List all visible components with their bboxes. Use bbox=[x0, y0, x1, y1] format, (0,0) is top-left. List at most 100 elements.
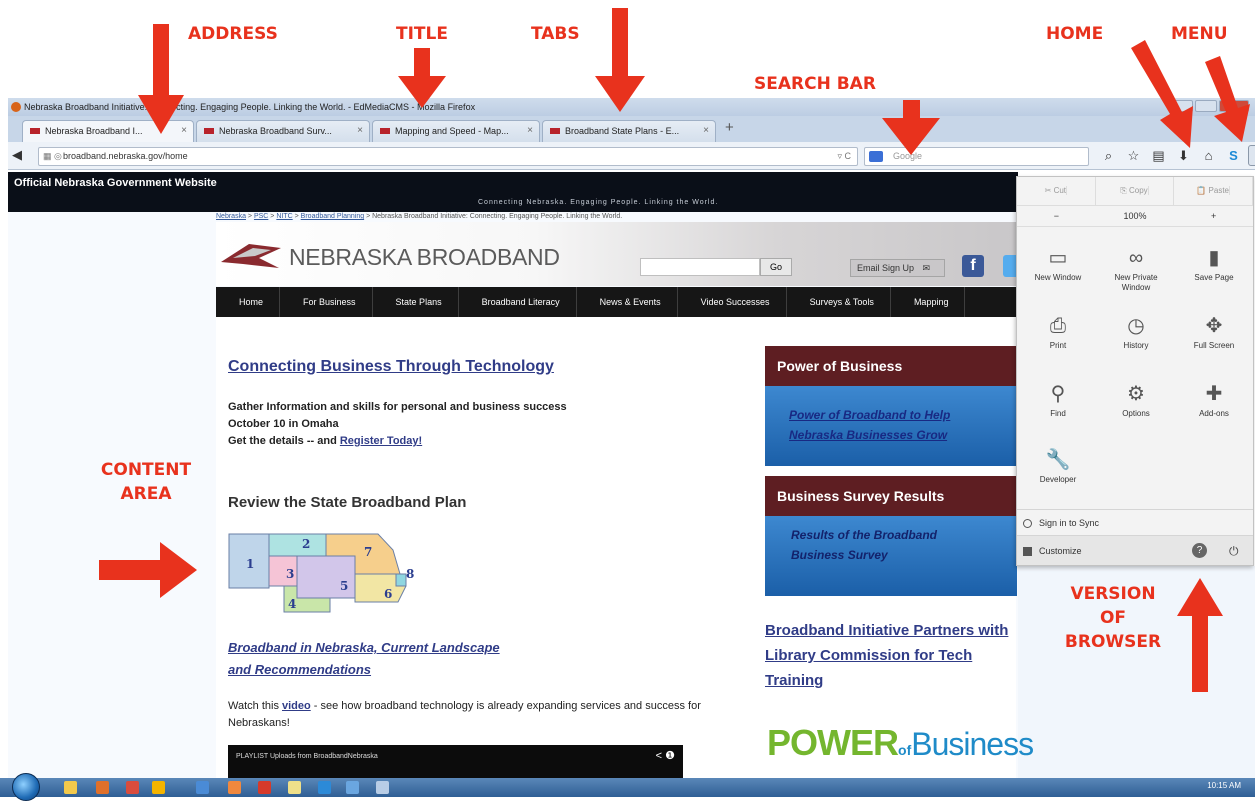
tab-state-plans[interactable]: Broadband State Plans - E... × bbox=[542, 120, 716, 142]
window-title: Nebraska Broadband Initiative: Connectin… bbox=[24, 102, 476, 112]
tab-mapping-speed[interactable]: Mapping and Speed - Map... × bbox=[372, 120, 540, 142]
close-window-button[interactable] bbox=[1219, 100, 1249, 112]
promo2-line-1[interactable]: Results of the Broadband bbox=[791, 526, 937, 545]
skype-app-icon[interactable] bbox=[318, 781, 331, 794]
edit-controls: ✂ Cut ⎘ Copy 📋 Paste bbox=[1017, 177, 1254, 205]
app-icon[interactable] bbox=[228, 781, 241, 794]
nav-news-events[interactable]: News & Events bbox=[577, 287, 678, 317]
customize-button[interactable]: Customize bbox=[1039, 546, 1082, 556]
email-signup-button[interactable]: Email Sign Up ✉ bbox=[850, 259, 945, 277]
navigation-toolbar: ◀ ▦ ◎ broadband.nebraska.gov/home ▿ C Go… bbox=[8, 142, 1255, 170]
menu-label: Save Page bbox=[1194, 273, 1234, 282]
twitter-icon[interactable] bbox=[1003, 255, 1017, 277]
menu-print[interactable]: ⎙ Print bbox=[1023, 311, 1093, 351]
chrome-icon[interactable] bbox=[126, 781, 139, 794]
video-link[interactable]: video bbox=[282, 700, 311, 712]
back-arrow-icon[interactable]: ◀ bbox=[12, 147, 22, 163]
menu-save-page[interactable]: ▮ Save Page bbox=[1179, 243, 1249, 283]
breadcrumb-broadband-planning[interactable]: Broadband Planning bbox=[301, 213, 364, 220]
site-search-go-button[interactable]: Go bbox=[760, 258, 792, 276]
copy-label: Copy bbox=[1128, 186, 1149, 195]
menu-icon[interactable]: ≡ bbox=[1248, 145, 1255, 166]
download-icon[interactable]: ⬇ bbox=[1173, 145, 1194, 166]
app-icon[interactable] bbox=[346, 781, 359, 794]
google-engine-icon[interactable] bbox=[869, 151, 883, 162]
new-tab-button[interactable]: + bbox=[725, 119, 734, 136]
menu-developer[interactable]: 🔧 Developer bbox=[1023, 445, 1093, 485]
promo2-line-2[interactable]: Business Survey bbox=[791, 546, 888, 565]
address-bar[interactable]: ▦ ◎ broadband.nebraska.gov/home ▿ C bbox=[38, 147, 858, 166]
breadcrumb-psc[interactable]: PSC bbox=[254, 213, 268, 220]
zoom-reset-button[interactable]: 100% bbox=[1096, 206, 1175, 226]
search-bar[interactable]: Google bbox=[864, 147, 1089, 166]
copy-button[interactable]: ⎘ Copy bbox=[1096, 177, 1175, 205]
nebraska-broadband-logo-icon[interactable] bbox=[219, 238, 283, 270]
paste-button[interactable]: 📋 Paste bbox=[1174, 177, 1254, 205]
headline-link[interactable]: Connecting Business Through Technology bbox=[228, 358, 554, 376]
app-icon[interactable] bbox=[376, 781, 389, 794]
nav-home[interactable]: Home bbox=[216, 287, 281, 317]
partners-link[interactable]: Broadband Initiative Partners with Libra… bbox=[765, 618, 1025, 693]
nav-video-successes[interactable]: Video Successes bbox=[678, 287, 787, 317]
search-icon[interactable]: ⌕ bbox=[1098, 145, 1119, 166]
tab-broadband-survey[interactable]: Nebraska Broadband Surv... × bbox=[196, 120, 370, 142]
help-icon[interactable]: ? bbox=[1192, 543, 1207, 558]
promo1-line-1[interactable]: Power of Broadband to Help bbox=[789, 406, 950, 425]
skype-icon[interactable]: S bbox=[1223, 145, 1244, 166]
zoom-out-button[interactable]: − bbox=[1017, 206, 1096, 226]
home-icon[interactable]: ⌂ bbox=[1198, 145, 1219, 166]
breadcrumb-current: Nebraska Broadband Initiative: Connectin… bbox=[372, 213, 623, 220]
cut-button[interactable]: ✂ Cut bbox=[1017, 177, 1096, 205]
power-of-business-logo[interactable]: POWERofBusiness bbox=[767, 722, 1034, 764]
breadcrumb-nitc[interactable]: NITC bbox=[276, 213, 292, 220]
nav-mapping[interactable]: Mapping bbox=[891, 287, 966, 317]
video-player[interactable]: PLAYLIST Uploads from BroadbandNebraska … bbox=[228, 745, 683, 778]
bookmarks-list-icon[interactable]: ▤ bbox=[1148, 145, 1169, 166]
folder-icon[interactable] bbox=[152, 781, 165, 794]
menu-history[interactable]: ◷ History bbox=[1101, 311, 1171, 351]
reload-icon[interactable]: ▿ C bbox=[837, 148, 851, 165]
tab-close-icon[interactable]: × bbox=[527, 121, 533, 141]
menu-new-window[interactable]: ▭ New Window bbox=[1023, 243, 1093, 283]
video-share-icon[interactable]: < ❶ bbox=[656, 749, 675, 762]
nav-state-plans[interactable]: State Plans bbox=[373, 287, 459, 317]
promo1-line-2[interactable]: Nebraska Businesses Grow bbox=[789, 426, 947, 445]
minimize-button[interactable] bbox=[1171, 100, 1193, 112]
firefox-icon[interactable] bbox=[96, 781, 109, 794]
app-icon[interactable] bbox=[196, 781, 209, 794]
menu-label: Print bbox=[1049, 341, 1067, 350]
app-icon[interactable] bbox=[258, 781, 271, 794]
promo-power-business[interactable]: Power of Broadband to Help Nebraska Busi… bbox=[765, 386, 1017, 466]
tab-close-icon[interactable]: × bbox=[181, 121, 187, 141]
power-icon[interactable]: ⏻ bbox=[1229, 536, 1239, 566]
nav-for-business[interactable]: For Business bbox=[280, 287, 373, 317]
register-link[interactable]: Register Today! bbox=[340, 435, 422, 447]
promo-survey[interactable]: Results of the Broadband Business Survey bbox=[765, 516, 1017, 596]
fullscreen-icon: ✥ bbox=[1205, 315, 1223, 337]
app-icon[interactable] bbox=[288, 781, 301, 794]
maximize-button[interactable] bbox=[1195, 100, 1217, 112]
nebraska-regions-map[interactable]: 1 2 3 4 5 6 7 8 bbox=[228, 530, 418, 620]
menu-label: Add-ons bbox=[1199, 409, 1229, 418]
sign-in-sync-button[interactable]: Sign in to Sync bbox=[1017, 509, 1253, 535]
nav-surveys-tools[interactable]: Surveys & Tools bbox=[787, 287, 891, 317]
menu-full-screen[interactable]: ✥ Full Screen bbox=[1179, 311, 1249, 351]
plan-link-line-1[interactable]: Broadband in Nebraska, Current Landscape bbox=[228, 640, 500, 655]
tab-close-icon[interactable]: × bbox=[703, 121, 709, 141]
tab-nebraska-broadband[interactable]: Nebraska Broadband I... × bbox=[22, 120, 194, 142]
zoom-in-button[interactable]: + bbox=[1174, 206, 1253, 226]
nav-broadband-literacy[interactable]: Broadband Literacy bbox=[459, 287, 577, 317]
menu-options[interactable]: ⚙ Options bbox=[1101, 379, 1171, 419]
menu-find[interactable]: ⚲ Find bbox=[1023, 379, 1093, 419]
site-identity-icon[interactable]: ▦ ◎ bbox=[43, 148, 62, 165]
site-search-input[interactable] bbox=[640, 258, 760, 276]
breadcrumb-nebraska[interactable]: Nebraska bbox=[216, 213, 246, 220]
facebook-icon[interactable]: f bbox=[962, 255, 984, 277]
explorer-icon[interactable] bbox=[64, 781, 77, 794]
bookmark-star-icon[interactable]: ☆ bbox=[1123, 145, 1144, 166]
menu-add-ons[interactable]: ✚ Add-ons bbox=[1179, 379, 1249, 419]
menu-new-private-window[interactable]: ∞ New Private Window bbox=[1101, 243, 1171, 293]
site-logo-text[interactable]: NEBRASKA BROADBAND bbox=[289, 244, 560, 271]
tab-close-icon[interactable]: × bbox=[357, 121, 363, 141]
plan-link-line-2[interactable]: and Recommendations bbox=[228, 662, 371, 677]
